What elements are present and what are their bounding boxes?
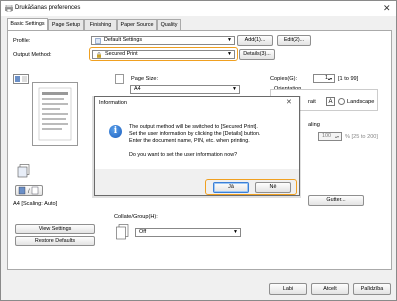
tab-basic-settings[interactable]: Basic Settings <box>7 18 48 30</box>
page-size-icon <box>115 74 124 84</box>
svg-text:/: / <box>28 189 30 195</box>
dialog-title-bar: Information ✕ <box>95 97 299 109</box>
portrait-label: rait <box>308 99 316 105</box>
close-icon[interactable]: ✕ <box>286 98 292 106</box>
page-view-button[interactable]: / <box>15 185 43 196</box>
landscape-radio[interactable] <box>338 98 345 105</box>
chevron-down-icon: ▼ <box>227 51 232 57</box>
dialog-body: i The output method will be switched to … <box>95 109 299 169</box>
info-icon: i <box>109 125 122 138</box>
ok-button[interactable]: Labi <box>269 283 307 295</box>
close-icon[interactable]: ✕ <box>383 3 391 14</box>
help-button[interactable]: Palīdzība <box>353 283 391 295</box>
copies-stepper[interactable]: 1 ▴▾ <box>313 74 335 83</box>
collate-select[interactable]: Off ▼ <box>135 228 241 237</box>
document-icon <box>95 38 101 44</box>
chevron-down-icon: ▼ <box>232 86 237 92</box>
printer-icon <box>5 5 13 12</box>
profile-select[interactable]: Default Settings ▼ <box>91 36 235 45</box>
profile-label: Profile: <box>13 38 31 44</box>
gutter-button[interactable]: Gutter... <box>308 195 364 206</box>
scaling-stepper[interactable]: 100 ▴▾ <box>318 132 342 141</box>
tab-paper-source[interactable]: Paper Source <box>117 19 157 30</box>
scaling-range: % [25 to 200] <box>345 134 378 140</box>
no-button[interactable]: Nē <box>255 182 291 193</box>
add-profile-button[interactable]: Add(1)... <box>237 35 273 46</box>
document-preview-icon <box>38 87 72 141</box>
information-dialog: Information ✕ i The output method will b… <box>94 96 300 196</box>
collate-value: Off <box>139 229 147 235</box>
dialog-message-line: The output method will be switched to [S… <box>129 124 258 130</box>
cancel-button[interactable]: Atcelt <box>311 283 349 295</box>
dialog-message-line: Set the user information by clicking the… <box>129 131 261 137</box>
output-method-label: Output Method: <box>13 52 52 58</box>
landscape-label: Landscape <box>347 99 375 105</box>
collate-icon <box>116 224 129 240</box>
dialog-question: Do you want to set the user information … <box>129 152 238 158</box>
copies-range: [1 to 99] <box>338 76 359 82</box>
restore-defaults-button[interactable]: Restore Defaults <box>15 236 95 246</box>
spin-arrows-icon[interactable]: ▴▾ <box>335 133 339 140</box>
chevron-down-icon: ▼ <box>227 37 232 43</box>
profile-value: Default Settings <box>104 37 143 43</box>
page-size-value: A4 <box>134 86 141 92</box>
landscape-a-icon: A <box>326 97 335 106</box>
output-method-select[interactable]: Secured Print ▼ <box>92 50 235 59</box>
copies-label: Copies(G): <box>270 76 298 82</box>
tab-page-setup[interactable]: Page Setup <box>48 19 84 30</box>
yes-button[interactable]: Jā <box>213 182 249 193</box>
scaling-value: 100 <box>322 133 331 139</box>
tab-quality[interactable]: Quality <box>157 19 181 30</box>
dialog-title: Information <box>99 100 127 106</box>
pages-icon: / <box>18 186 39 195</box>
spin-arrows-icon[interactable]: ▴▾ <box>328 75 332 82</box>
chevron-down-icon: ▼ <box>233 229 238 235</box>
edit-profile-button[interactable]: Edit(2)... <box>277 35 311 46</box>
scaling-label: aling <box>308 122 320 128</box>
details-button[interactable]: Details(3)... <box>239 49 275 60</box>
view-settings-button[interactable]: View Settings <box>15 224 95 234</box>
view-toggle-icon[interactable] <box>13 74 29 84</box>
lock-icon <box>97 52 101 58</box>
page-preview <box>32 82 78 146</box>
dialog-message-line: Enter the document name, PIN, etc. when … <box>129 138 250 144</box>
title-bar: Drukāšanas preferences ✕ <box>1 1 396 16</box>
tab-finishing[interactable]: Finishing <box>84 19 117 30</box>
page-size-select[interactable]: A4 ▼ <box>130 85 240 94</box>
page-stack-icon <box>17 164 30 178</box>
output-method-value: Secured Print <box>105 51 138 57</box>
collate-label: Collate/Group(H): <box>114 214 158 220</box>
preview-caption: A4 [Scaling: Auto] <box>13 201 58 207</box>
page-size-label: Page Size: <box>131 76 159 82</box>
window-title: Drukāšanas preferences <box>15 5 81 11</box>
